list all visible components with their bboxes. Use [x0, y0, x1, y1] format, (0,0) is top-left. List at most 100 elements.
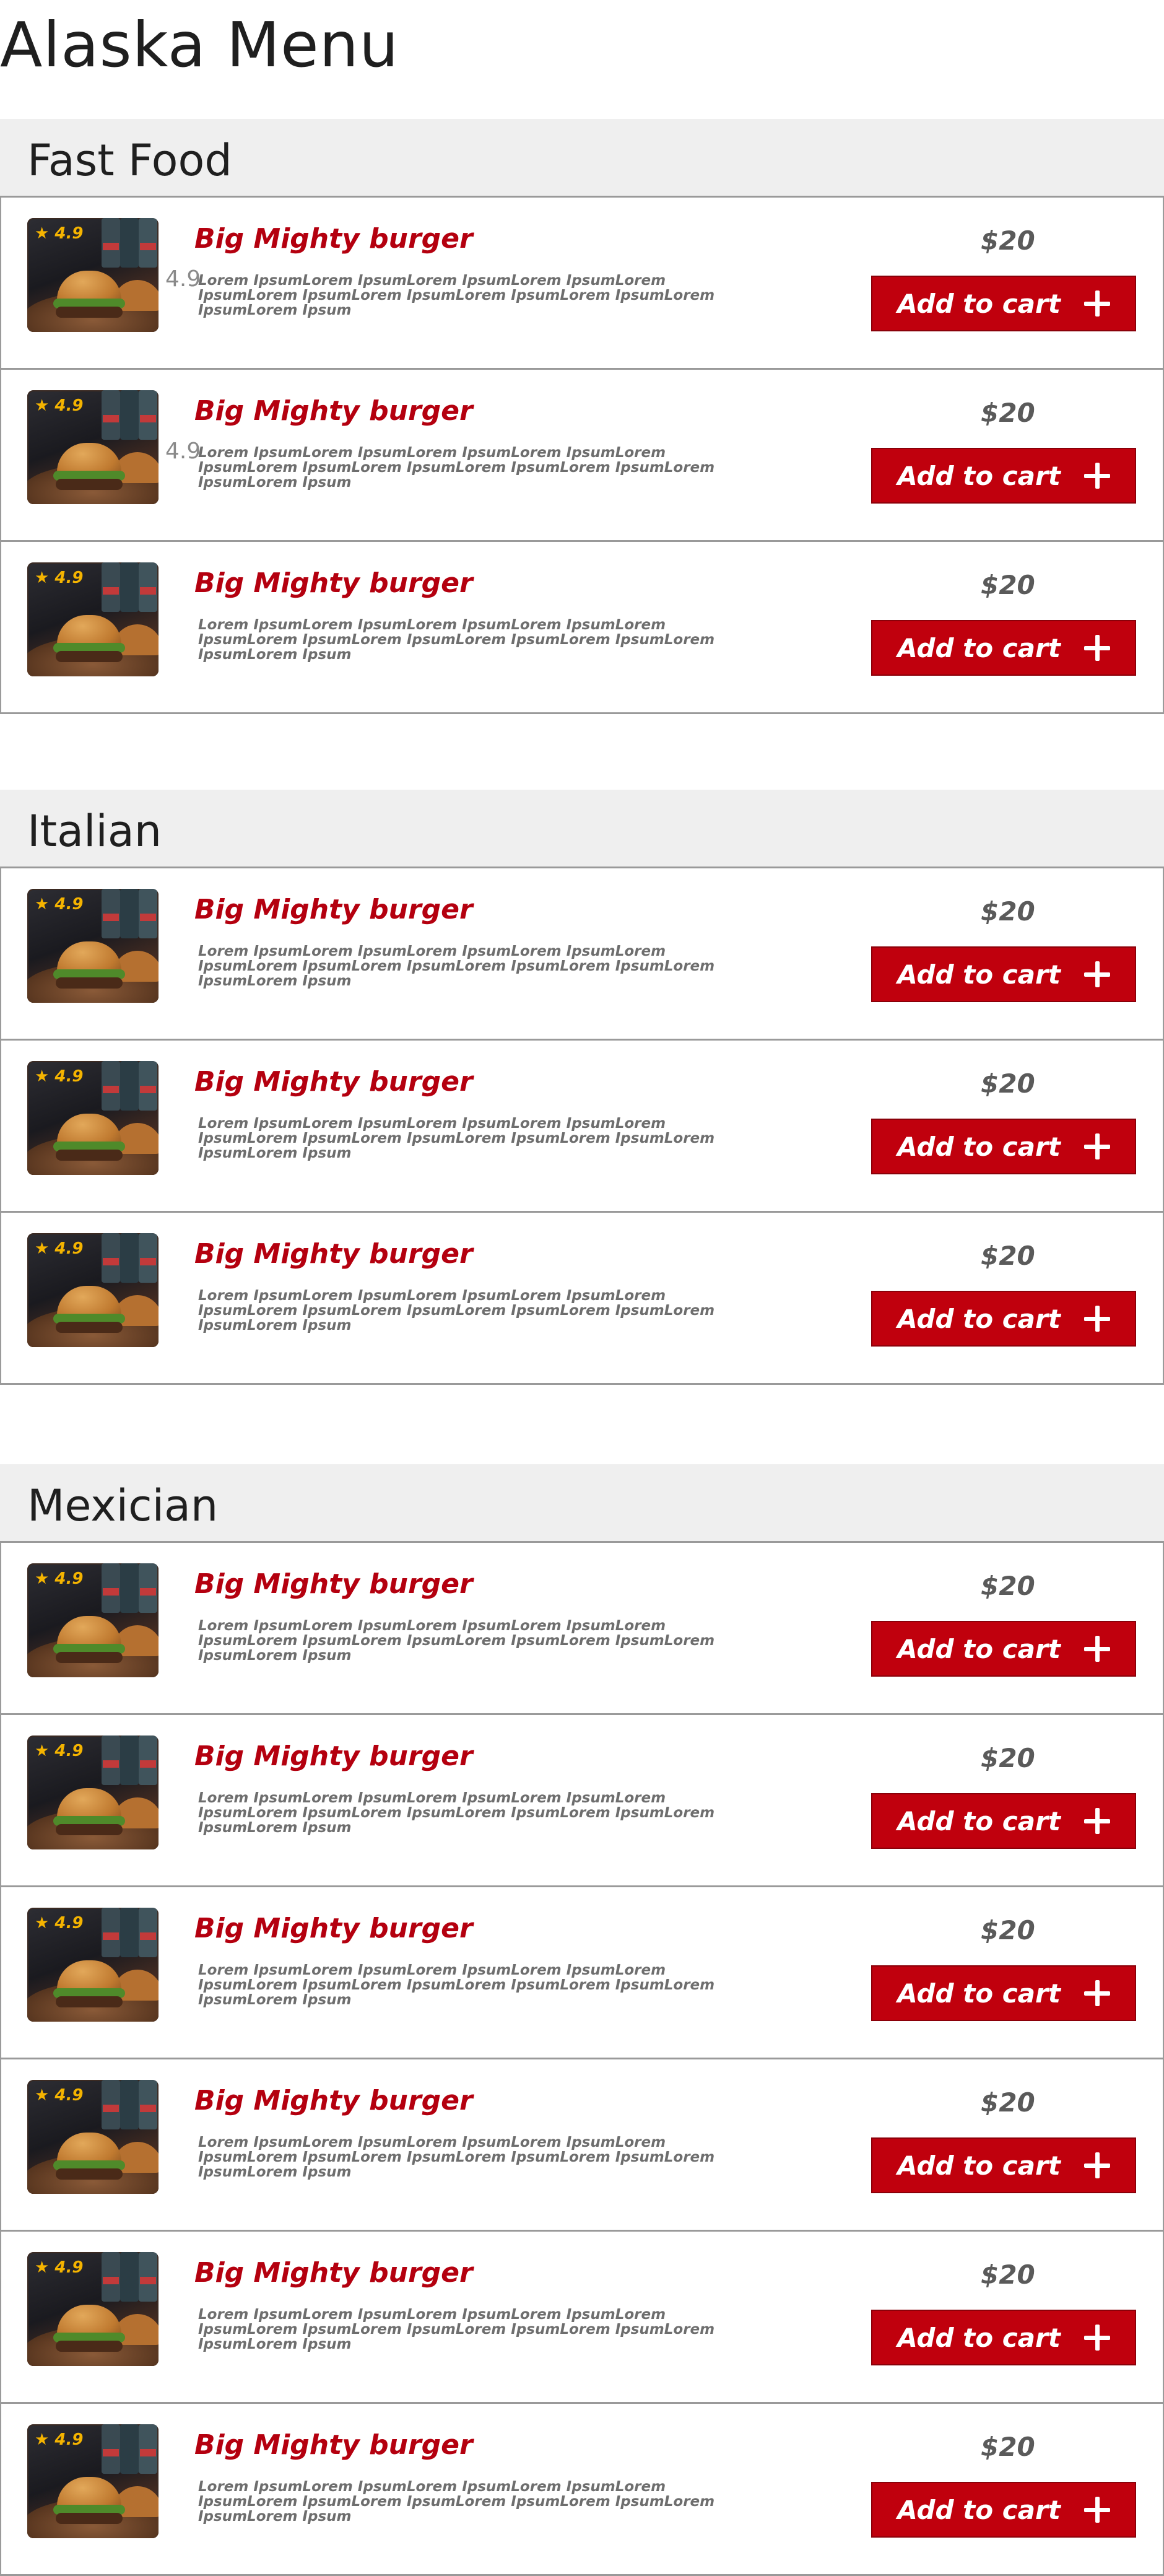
add-to-cart-button[interactable]: Add to cart: [871, 2482, 1136, 2538]
add-to-cart-button[interactable]: Add to cart: [871, 946, 1136, 1002]
rating-badge: ★ 4.9: [35, 224, 84, 243]
burger-image: ★ 4.9: [27, 2252, 159, 2366]
menu-item: ★ 4.9 Big Mighty burger Lorem IpsumLorem…: [0, 2230, 1164, 2402]
plus-icon: [1084, 290, 1110, 317]
rating-badge: ★ 4.9: [35, 1742, 84, 1760]
rating-value: 4.9: [54, 1239, 84, 1258]
item-description: Lorem IpsumLorem IpsumLorem IpsumLorem I…: [198, 943, 715, 989]
menu-section-italian: Italian ★ 4.9 Big Mighty burger Lorem Ip…: [0, 790, 1164, 1385]
add-to-cart-button[interactable]: Add to cart: [871, 1965, 1136, 2021]
item-price: $20: [981, 1068, 1035, 1099]
item-price: $20: [981, 1915, 1035, 1945]
item-name: Big Mighty burger: [194, 395, 473, 427]
item-name: Big Mighty burger: [194, 2257, 473, 2289]
menu-item: ★ 4.9 Big Mighty burger Lorem IpsumLorem…: [0, 1713, 1164, 1885]
section-title: Italian: [0, 790, 1164, 867]
add-to-cart-button[interactable]: Add to cart: [871, 1119, 1136, 1174]
plus-icon: [1084, 1133, 1110, 1159]
burger-image: ★ 4.9: [27, 1061, 159, 1175]
item-description: Lorem IpsumLorem IpsumLorem IpsumLorem I…: [198, 1962, 715, 2008]
rating-value: 4.9: [54, 1914, 84, 1932]
item-description: Lorem IpsumLorem IpsumLorem IpsumLorem I…: [198, 2134, 715, 2180]
item-price: $20: [981, 2259, 1035, 2290]
add-to-cart-button[interactable]: Add to cart: [871, 1793, 1136, 1849]
burger-image: ★ 4.9: [27, 218, 159, 332]
rating-value: 4.9: [54, 2086, 84, 2105]
rating-badge: ★ 4.9: [35, 1067, 84, 1086]
rating-value: 4.9: [54, 569, 84, 587]
menu-section-mexician: Mexician ★ 4.9 Big Mighty burger Lorem I…: [0, 1464, 1164, 2576]
menu-item: ★ 4.9 Big Mighty burger Lorem IpsumLorem…: [0, 1885, 1164, 2058]
plus-icon: [1084, 1980, 1110, 2006]
item-description: Lorem IpsumLorem IpsumLorem IpsumLorem I…: [198, 445, 715, 491]
plus-icon: [1084, 961, 1110, 987]
rating-value: 4.9: [54, 396, 84, 415]
rating-badge: ★ 4.9: [35, 569, 84, 587]
burger-image: ★ 4.9: [27, 1908, 159, 2022]
menu-item: ★ 4.9 Big Mighty burger Lorem IpsumLorem…: [0, 2058, 1164, 2230]
plus-icon: [1084, 2325, 1110, 2351]
burger-image: ★ 4.9: [27, 1233, 159, 1347]
plus-icon: [1084, 2152, 1110, 2178]
rating-value: 4.9: [54, 1570, 84, 1588]
plus-icon: [1084, 1808, 1110, 1834]
burger-image: ★ 4.9: [27, 1736, 159, 1849]
item-description: Lorem IpsumLorem IpsumLorem IpsumLorem I…: [198, 2479, 715, 2525]
add-to-cart-button[interactable]: Add to cart: [871, 448, 1136, 504]
item-description: Lorem IpsumLorem IpsumLorem IpsumLorem I…: [198, 1618, 715, 1664]
menu-item: ★ 4.9 Big Mighty burger Lorem IpsumLorem…: [0, 1541, 1164, 1713]
add-to-cart-label: Add to cart: [897, 1633, 1061, 1664]
item-price: $20: [981, 398, 1035, 428]
add-to-cart-button[interactable]: Add to cart: [871, 1621, 1136, 1677]
add-to-cart-label: Add to cart: [897, 2322, 1061, 2353]
add-to-cart-button[interactable]: Add to cart: [871, 1291, 1136, 1347]
item-name: Big Mighty burger: [194, 1913, 473, 1944]
add-to-cart-label: Add to cart: [897, 1131, 1061, 1162]
item-price: $20: [981, 1241, 1035, 1271]
plus-icon: [1084, 1306, 1110, 1332]
item-name: Big Mighty burger: [194, 1238, 473, 1270]
item-name: Big Mighty burger: [194, 1568, 473, 1600]
item-price: $20: [981, 2432, 1035, 2462]
item-name: Big Mighty burger: [194, 567, 473, 599]
add-to-cart-label: Add to cart: [897, 2150, 1061, 2181]
menu-item: ★ 4.9 Big Mighty burger Lorem IpsumLorem…: [0, 1039, 1164, 1211]
add-to-cart-button[interactable]: Add to cart: [871, 2137, 1136, 2193]
add-to-cart-label: Add to cart: [897, 288, 1061, 319]
add-to-cart-button[interactable]: Add to cart: [871, 276, 1136, 331]
add-to-cart-label: Add to cart: [897, 2494, 1061, 2525]
rating-text: 4.9: [165, 439, 201, 464]
menu-item: ★ 4.9 Big Mighty burger Lorem IpsumLorem…: [0, 540, 1164, 714]
page-title: Alaska Menu: [0, 9, 399, 81]
add-to-cart-label: Add to cart: [897, 1805, 1061, 1836]
rating-badge: ★ 4.9: [35, 1570, 84, 1588]
item-name: Big Mighty burger: [194, 1740, 473, 1772]
rating-badge: ★ 4.9: [35, 1914, 84, 1932]
item-list: ★ 4.9 4.9 Big Mighty burger Lorem IpsumL…: [0, 196, 1164, 714]
plus-icon: [1084, 463, 1110, 489]
add-to-cart-button[interactable]: Add to cart: [871, 620, 1136, 676]
item-description: Lorem IpsumLorem IpsumLorem IpsumLorem I…: [198, 2307, 715, 2352]
rating-value: 4.9: [54, 224, 84, 243]
rating-badge: ★ 4.9: [35, 895, 84, 914]
burger-image: ★ 4.9: [27, 1563, 159, 1677]
rating-value: 4.9: [54, 2258, 84, 2277]
add-to-cart-label: Add to cart: [897, 959, 1061, 990]
item-description: Lorem IpsumLorem IpsumLorem IpsumLorem I…: [198, 1116, 715, 1161]
item-price: $20: [981, 1743, 1035, 1773]
menu-section-fast-food: Fast Food ★ 4.9 4.9 Big Mighty burger Lo…: [0, 119, 1164, 714]
menu-item: ★ 4.9 4.9 Big Mighty burger Lorem IpsumL…: [0, 368, 1164, 540]
rating-badge: ★ 4.9: [35, 1239, 84, 1258]
plus-icon: [1084, 1636, 1110, 1662]
item-price: $20: [981, 1571, 1035, 1601]
item-description: Lorem IpsumLorem IpsumLorem IpsumLorem I…: [198, 617, 715, 663]
plus-icon: [1084, 635, 1110, 661]
add-to-cart-label: Add to cart: [897, 1303, 1061, 1334]
item-price: $20: [981, 225, 1035, 256]
rating-value: 4.9: [54, 2430, 84, 2449]
item-price: $20: [981, 896, 1035, 927]
rating-text: 4.9: [165, 266, 201, 292]
rating-badge: ★ 4.9: [35, 2258, 84, 2277]
burger-image: ★ 4.9: [27, 390, 159, 504]
add-to-cart-button[interactable]: Add to cart: [871, 2310, 1136, 2365]
